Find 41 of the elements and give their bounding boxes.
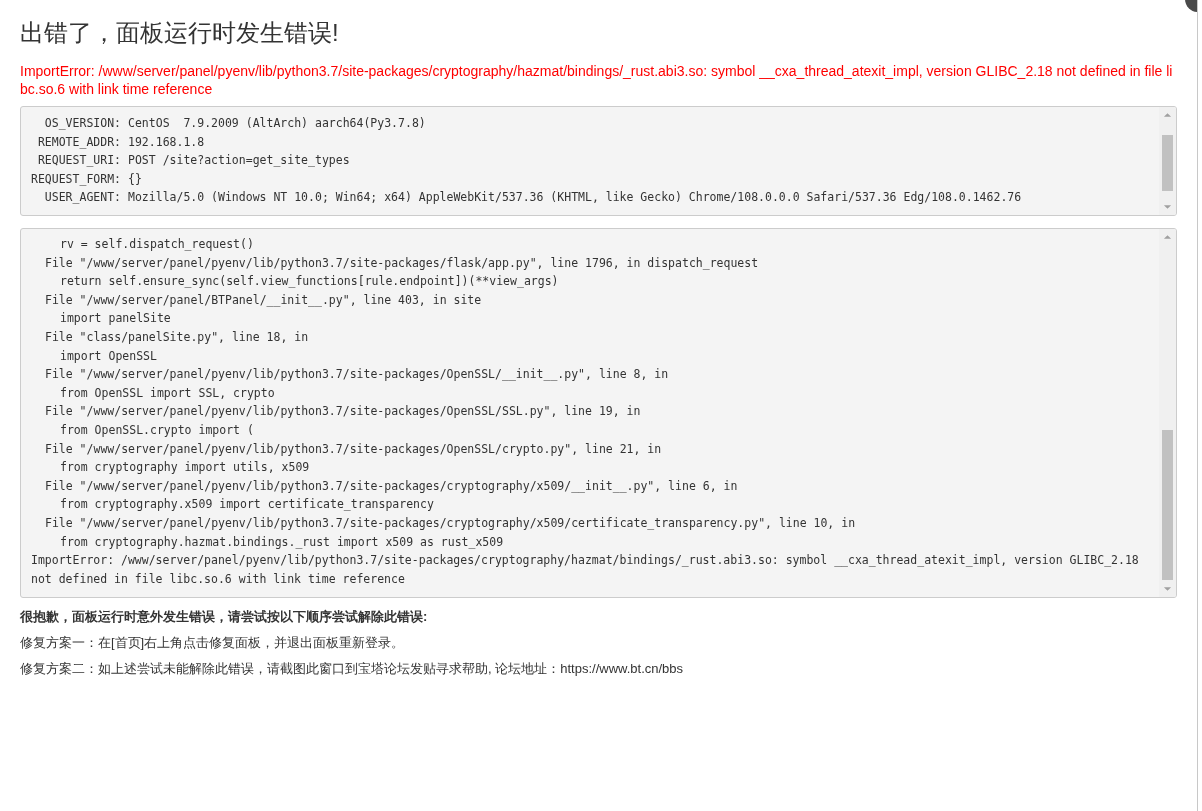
- traceback-line: import OpenSSL: [59, 347, 158, 365]
- env-key: REMOTE_ADDR:: [31, 132, 121, 152]
- scrollbar[interactable]: [1159, 229, 1176, 597]
- help-step: 修复方案一：在[首页]右上角点击修复面板，并退出面板重新登录。: [20, 630, 1177, 656]
- traceback-line: File "/www/server/panel/pyenv/lib/python3.7/site-packages/flask/app.py", line 1796, in dispatch_request: [44, 254, 760, 272]
- traceback-line: return self.ensure_sync(self.view_functions[rule.endpoint])(**view_args): [59, 273, 560, 291]
- traceback-line: from cryptography.x509 import certificate_transparency: [59, 496, 435, 514]
- env-value: 192.168.1.8: [128, 133, 206, 151]
- traceback-line: File "/www/server/panel/pyenv/lib/python3.7/site-packages/OpenSSL/crypto.py", line 21, in: [44, 440, 663, 458]
- traceback-line: File "/www/server/panel/pyenv/lib/python3.7/site-packages/OpenSSL/__init__.py", line 8, in: [44, 366, 670, 384]
- scroll-down-icon[interactable]: [1163, 204, 1172, 210]
- traceback-line: File "/www/server/panel/pyenv/lib/python3.7/site-packages/cryptography/x509/certificate_transparency.py", line 10, in: [44, 514, 857, 532]
- traceback-line: File "/www/server/panel/pyenv/lib/python3.7/site-packages/cryptography/x509/__init__.py", line 6, in: [44, 477, 739, 495]
- traceback-line: import panelSite: [59, 310, 172, 328]
- traceback-line: from cryptography import utils, x509: [59, 459, 311, 477]
- traceback-line: File "class/panelSite.py", line 18, in: [44, 328, 310, 346]
- traceback-line: File "/www/server/panel/BTPanel/__init__.py", line 403, in site: [44, 291, 483, 309]
- traceback-line: from OpenSSL.crypto import (: [59, 421, 255, 439]
- traceback-line: from cryptography.hazmat.bindings._rust import x509 as rust_x509: [59, 533, 505, 551]
- traceback-line: File "/www/server/panel/pyenv/lib/python3.7/site-packages/OpenSSL/SSL.py", line 19, in: [44, 403, 642, 421]
- scrollbar[interactable]: [1159, 107, 1176, 215]
- scrollbar-thumb[interactable]: [1162, 430, 1173, 580]
- traceback-line: rv = self.dispatch_request(): [59, 236, 255, 253]
- env-value: POST /site?action=get_site_types: [128, 152, 351, 170]
- env-key: USER_AGENT:: [31, 188, 121, 207]
- scroll-up-icon[interactable]: [1163, 112, 1172, 118]
- env-key: REQUEST_FORM:: [31, 169, 121, 189]
- env-key: OS_VERSION:: [31, 114, 121, 133]
- scrollbar-thumb[interactable]: [1162, 135, 1173, 191]
- env-value: Mozilla/5.0 (Windows NT 10.0; Win64; x64) AppleWebKit/537.36 (KHTML, like Gecko) Chrome/108.0.0.0 Safari/537.36 Edg/108.0.1462.76: [128, 189, 1023, 207]
- help-heading: 很抱歉，面板运行时意外发生错误，请尝试按以下顺序尝试解除此错误:: [20, 608, 429, 626]
- env-value: {}: [128, 170, 143, 188]
- help-step: 修复方案二：如上述尝试未能解除此错误，请截图此窗口到宝塔论坛发贴寻求帮助, 论坛地址：https://www.bt.cn/bbs: [20, 656, 1177, 682]
- env-key: REQUEST_URI:: [31, 151, 121, 170]
- traceback-line: ImportError: /www/server/panel/pyenv/lib/python3.7/site-packages/cryptography/hazmat/bindings/_rust.abi3.so: symbol __cxa_thread_atexit_impl, version GLIBC_2.18 not defined in file libc.so.6 with link time reference: [31, 552, 1140, 588]
- scroll-up-icon[interactable]: [1163, 234, 1172, 240]
- error-title: 出错了，面板运行时发生错误!: [20, 18, 340, 48]
- traceback-line: from OpenSSL import SSL, crypto: [59, 384, 276, 402]
- scroll-down-icon[interactable]: [1163, 586, 1172, 592]
- error-message: ImportError: /www/server/panel/pyenv/lib/python3.7/site-packages/cryptography/hazmat/bindings/_rust.abi3.so: symbol __cxa_thread_atexit_impl, version GLIBC_2.18 not defined in file libc.so.6 with link time reference: [20, 62, 1174, 98]
- env-value: CentOS 7.9.2009 (AltArch) aarch64(Py3.7.8): [128, 115, 427, 132]
